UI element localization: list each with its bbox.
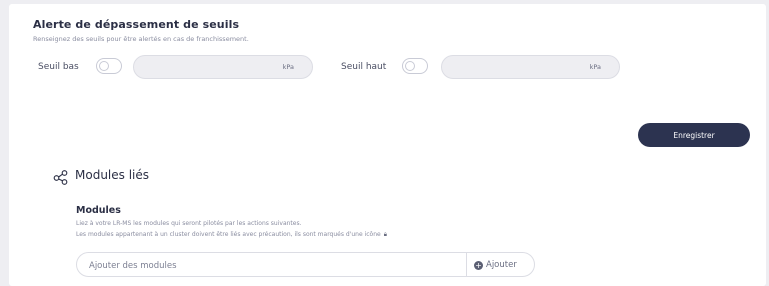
threshold-title: Alerte de dépassement de seuils bbox=[33, 18, 240, 31]
threshold-subtitle: Renseignez des seuils pour être alertés … bbox=[33, 35, 249, 43]
toggle-knob bbox=[405, 61, 415, 71]
module-search: + Ajouter bbox=[76, 252, 535, 277]
plus-circle-icon: + bbox=[474, 260, 483, 270]
high-threshold-label: Seuil haut bbox=[341, 62, 387, 72]
lock-icon: 🔒︎ bbox=[383, 231, 387, 238]
add-module-label: Ajouter bbox=[486, 260, 517, 270]
high-threshold-input[interactable]: kPa bbox=[441, 55, 620, 79]
high-threshold-unit: kPa bbox=[589, 63, 601, 71]
low-threshold-input[interactable]: kPa bbox=[133, 55, 313, 79]
low-threshold-label: Seuil bas bbox=[38, 62, 79, 72]
linked-modules-title: Modules liés bbox=[75, 168, 150, 182]
modules-description-line1: Liez à votre LR-MS les modules qui seron… bbox=[76, 220, 302, 227]
low-threshold-unit: kPa bbox=[282, 63, 294, 71]
save-button[interactable]: Enregistrer bbox=[638, 123, 750, 147]
search-divider bbox=[466, 253, 467, 276]
modules-description-text: Les modules appartenant à un cluster doi… bbox=[76, 231, 381, 238]
high-threshold-toggle[interactable] bbox=[402, 58, 428, 74]
low-threshold-toggle[interactable] bbox=[96, 58, 122, 74]
toggle-knob bbox=[99, 61, 109, 71]
add-module-button[interactable]: + Ajouter bbox=[474, 258, 517, 272]
modules-subtitle: Modules bbox=[76, 205, 121, 216]
modules-description-line2: Les modules appartenant à un cluster doi… bbox=[76, 231, 387, 239]
share-nodes-icon bbox=[53, 170, 68, 185]
module-search-input[interactable] bbox=[89, 259, 469, 272]
